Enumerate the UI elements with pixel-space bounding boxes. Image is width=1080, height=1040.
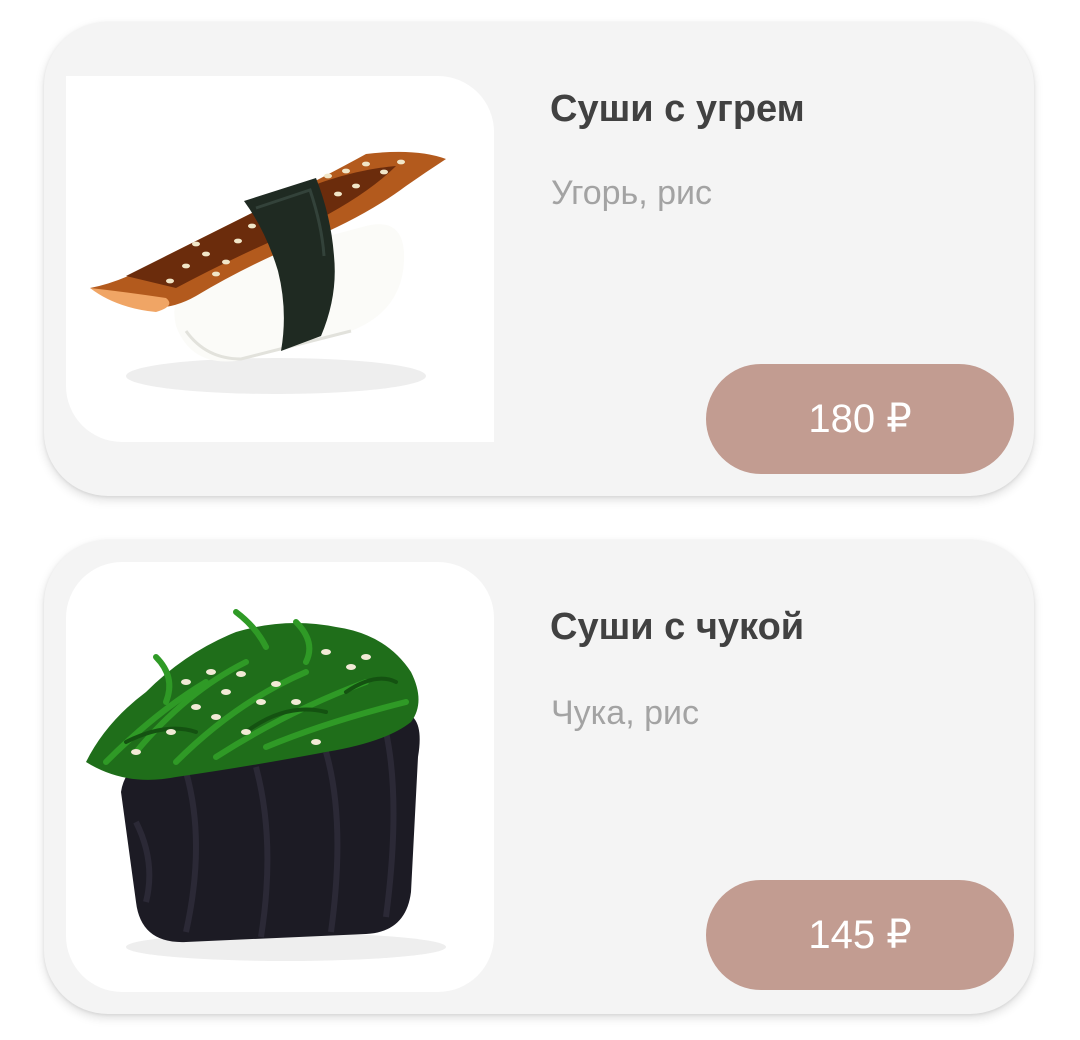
price-button[interactable]: 145 ₽: [706, 880, 1014, 990]
eel-sushi-image: [66, 76, 494, 442]
price-button[interactable]: 180 ₽: [706, 364, 1014, 474]
chuka-sushi-image: [66, 562, 494, 992]
product-ingredients: Угорь, рис: [551, 174, 713, 212]
eel-sushi-icon: [90, 151, 446, 394]
product-list: Суши с угрем Угорь, рис 180 ₽ Суши с чук…: [0, 0, 1080, 1040]
product-title: Суши с угрем: [550, 88, 805, 130]
product-ingredients: Чука, рис: [551, 694, 699, 732]
product-card-chuka[interactable]: Суши с чукой Чука, рис 145 ₽: [44, 540, 1034, 1014]
product-title: Суши с чукой: [550, 606, 805, 648]
product-card-eel[interactable]: Суши с угрем Угорь, рис 180 ₽: [44, 22, 1034, 496]
chuka-sushi-icon: [86, 609, 446, 961]
